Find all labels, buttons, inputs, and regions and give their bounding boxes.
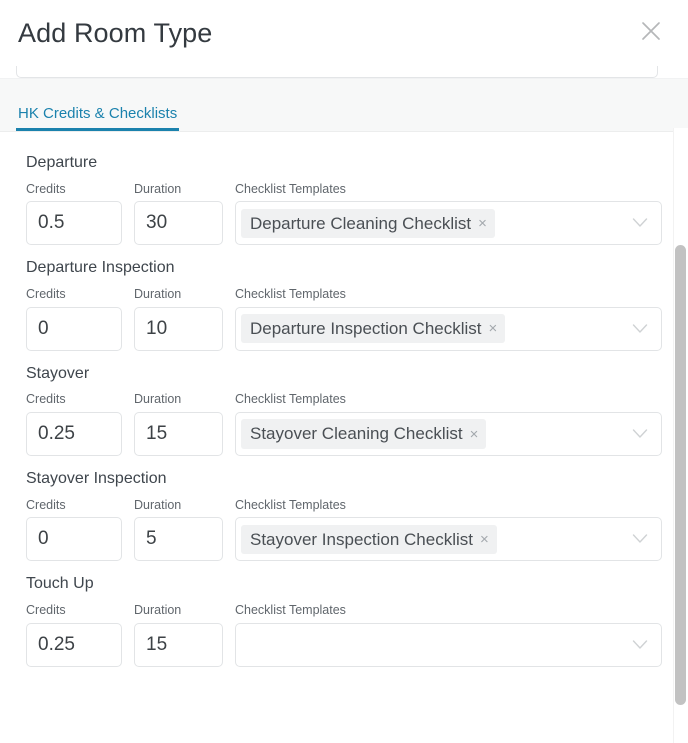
tab-bar: HK Credits & Checklists <box>0 78 688 132</box>
section-title: Departure Inspection <box>26 259 175 277</box>
credits-label: Credits <box>26 286 66 301</box>
credits-label: Credits <box>26 497 66 512</box>
chevron-down-icon <box>632 218 648 229</box>
chevron-down-icon <box>632 429 648 440</box>
credits-input[interactable] <box>26 517 122 562</box>
duration-input[interactable] <box>134 306 223 351</box>
field-row: Credits Duration Checklist Templates Sta… <box>26 392 662 457</box>
duration-label: Duration <box>134 286 182 301</box>
scrollbar-track[interactable] <box>673 128 688 743</box>
chip-label: Stayover Inspection Checklist <box>250 529 473 549</box>
templates-field: Checklist Templates Departure Cleaning C… <box>235 181 662 246</box>
checklist-templates-select[interactable]: Departure Inspection Checklist × <box>235 306 662 351</box>
duration-label: Duration <box>134 497 182 512</box>
section-stayover: Stayover Credits Duration Checklist Temp… <box>0 364 688 457</box>
credits-label: Credits <box>26 181 66 196</box>
close-button[interactable] <box>632 12 670 50</box>
checklist-templates-select[interactable]: Stayover Cleaning Checklist × <box>235 412 662 457</box>
templates-field: Checklist Templates <box>235 602 662 667</box>
credits-field: Credits <box>26 181 122 246</box>
chip-label: Stayover Cleaning Checklist <box>250 424 463 444</box>
credits-input[interactable] <box>26 306 122 351</box>
templates-field: Checklist Templates Stayover Cleaning Ch… <box>235 392 662 457</box>
credits-field: Credits <box>26 286 122 351</box>
section-title: Departure <box>26 154 98 171</box>
tab-hk-credits-checklists[interactable]: HK Credits & Checklists <box>16 105 180 131</box>
duration-input[interactable] <box>134 412 223 457</box>
templates-label: Checklist Templates <box>235 602 346 617</box>
duration-field: Duration <box>134 602 223 667</box>
checklist-templates-select[interactable] <box>235 622 662 667</box>
duration-input[interactable] <box>134 517 223 562</box>
tab-label: HK Credits & Checklists <box>18 105 178 122</box>
field-row: Credits Duration Checklist Templates Sta… <box>26 497 662 562</box>
field-row: Credits Duration Checklist Templates Dep… <box>26 286 662 351</box>
checklist-templates-select[interactable]: Stayover Inspection Checklist × <box>235 517 662 562</box>
credits-field: Credits <box>26 392 122 457</box>
modal-header: Add Room Type <box>0 0 688 66</box>
credits-field: Credits <box>26 497 122 562</box>
chip-remove-icon[interactable]: × <box>478 216 487 231</box>
chip-label: Departure Cleaning Checklist <box>250 213 472 233</box>
close-icon <box>639 19 663 43</box>
checklist-templates-select[interactable]: Departure Cleaning Checklist × <box>235 201 662 246</box>
section-departure-inspection: Departure Inspection Credits Duration Ch… <box>0 259 688 351</box>
duration-label: Duration <box>134 181 182 196</box>
field-row: Credits Duration Checklist Templates Dep… <box>26 181 662 246</box>
form-body: Departure Credits Duration Checklist Tem… <box>0 132 688 743</box>
chip-remove-icon[interactable]: × <box>489 321 498 336</box>
duration-input[interactable] <box>134 622 223 667</box>
credits-input[interactable] <box>26 622 122 667</box>
templates-label: Checklist Templates <box>235 392 346 407</box>
selected-template-chip[interactable]: Departure Inspection Checklist × <box>241 314 506 344</box>
section-touch-up: Touch Up Credits Duration Checklist Temp… <box>0 575 688 667</box>
duration-input[interactable] <box>134 201 223 246</box>
chevron-down-icon <box>632 323 648 334</box>
templates-label: Checklist Templates <box>235 497 346 512</box>
partially-visible-input[interactable] <box>16 66 658 78</box>
duration-field: Duration <box>134 181 223 246</box>
templates-label: Checklist Templates <box>235 181 346 196</box>
templates-field: Checklist Templates Stayover Inspection … <box>235 497 662 562</box>
add-room-type-modal: Add Room Type HK Credits & Checklists De… <box>0 0 688 743</box>
credits-label: Credits <box>26 392 66 407</box>
credits-input[interactable] <box>26 201 122 246</box>
scrolled-field-clip <box>0 66 688 78</box>
chevron-down-icon <box>632 534 648 545</box>
section-stayover-inspection: Stayover Inspection Credits Duration Che… <box>0 470 688 562</box>
templates-field: Checklist Templates Departure Inspection… <box>235 286 662 351</box>
selected-template-chip[interactable]: Stayover Cleaning Checklist × <box>241 419 487 449</box>
chip-remove-icon[interactable]: × <box>470 427 479 442</box>
chevron-down-icon <box>632 639 648 650</box>
selected-template-chip[interactable]: Stayover Inspection Checklist × <box>241 524 497 554</box>
scrollbar-thumb[interactable] <box>675 245 686 705</box>
credits-label: Credits <box>26 602 66 617</box>
credits-input[interactable] <box>26 412 122 457</box>
duration-label: Duration <box>134 602 182 617</box>
duration-label: Duration <box>134 392 182 407</box>
section-title: Stayover Inspection <box>26 470 167 488</box>
duration-field: Duration <box>134 286 223 351</box>
chip-label: Departure Inspection Checklist <box>250 319 482 339</box>
chip-remove-icon[interactable]: × <box>480 532 489 547</box>
page-title: Add Room Type <box>18 17 213 48</box>
field-row: Credits Duration Checklist Templates <box>26 602 662 667</box>
section-departure: Departure Credits Duration Checklist Tem… <box>0 154 688 246</box>
duration-field: Duration <box>134 497 223 562</box>
selected-template-chip[interactable]: Departure Cleaning Checklist × <box>241 208 495 238</box>
templates-label: Checklist Templates <box>235 286 346 301</box>
section-title: Touch Up <box>26 575 94 593</box>
section-title: Stayover <box>26 364 90 382</box>
duration-field: Duration <box>134 392 223 457</box>
credits-field: Credits <box>26 602 122 667</box>
